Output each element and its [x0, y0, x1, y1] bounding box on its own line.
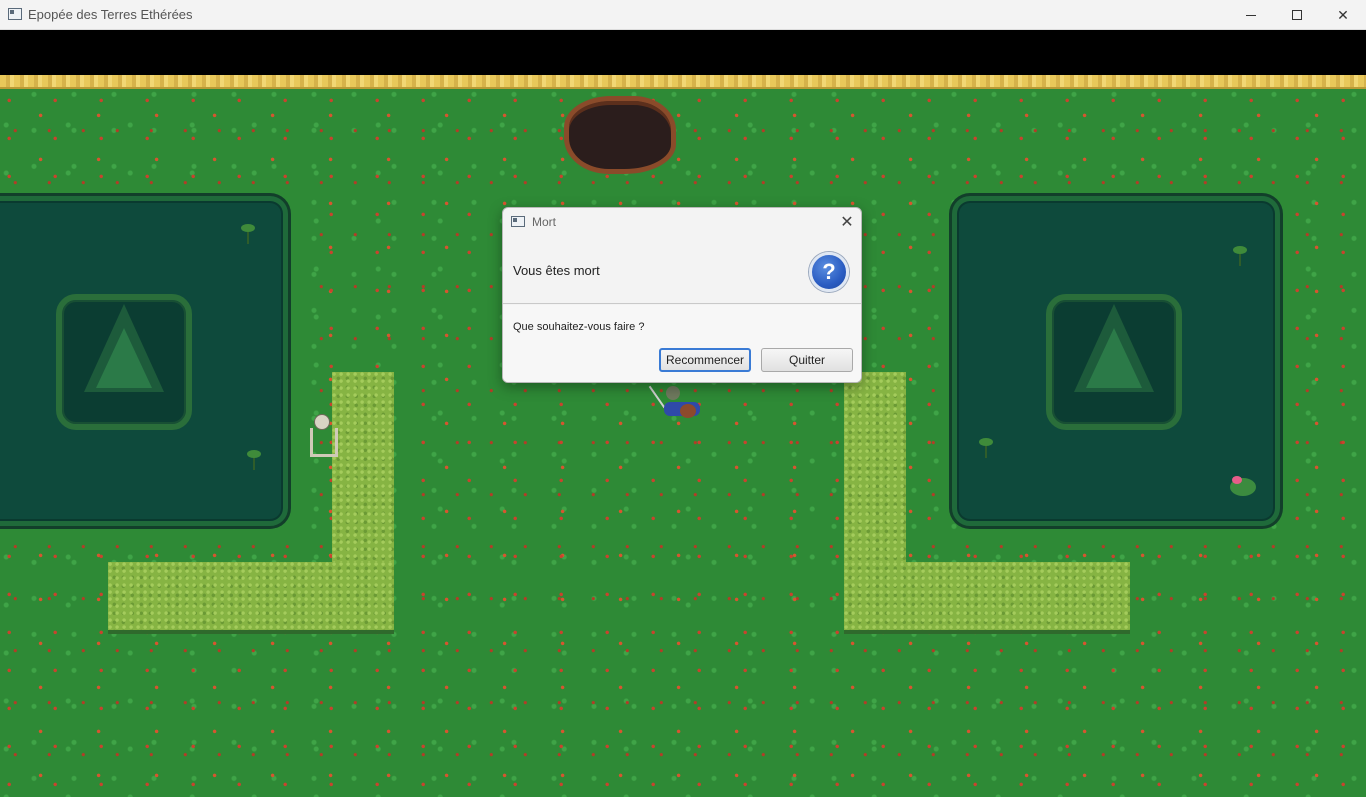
close-window-button[interactable]: ✕ — [1320, 0, 1366, 30]
window-titlebar: Epopée des Terres Ethérées ✕ — [0, 0, 1366, 30]
quit-button[interactable]: Quitter — [761, 348, 853, 372]
dialog-content-text: Que souhaitez-vous faire ? — [513, 321, 645, 333]
maximize-icon — [1292, 10, 1302, 20]
dialog-content: Que souhaitez-vous faire ? Recommencer Q… — [503, 305, 861, 382]
death-dialog: Mort ✕ Vous êtes mort ? Que souhaitez-vo… — [502, 207, 862, 383]
restart-button[interactable]: Recommencer — [659, 348, 751, 372]
maximize-button[interactable] — [1274, 0, 1320, 30]
dialog-title: Mort — [532, 215, 556, 229]
fallen-hero-sprite — [648, 384, 704, 426]
helmet-icon — [666, 386, 680, 400]
minimize-icon — [1246, 14, 1256, 16]
plant-sprite — [978, 436, 994, 458]
dialog-header: Vous êtes mort — [503, 236, 861, 304]
plant-sprite — [246, 448, 262, 470]
hedge-left-horizontal — [108, 562, 394, 630]
plant-sprite — [1232, 244, 1248, 266]
pine-tree-icon — [1074, 304, 1154, 392]
close-icon: ✕ — [840, 214, 854, 231]
question-icon: ? — [809, 252, 849, 292]
minimize-button[interactable] — [1228, 0, 1274, 30]
pine-tree-icon — [84, 304, 164, 392]
hedge-right-horizontal — [844, 562, 1130, 630]
hero-head — [680, 404, 696, 418]
skeleton-enemy-sprite — [302, 410, 342, 458]
dialog-window-icon — [511, 216, 525, 227]
dialog-titlebar: Mort ✕ — [503, 208, 861, 236]
app-window-icon — [8, 8, 22, 20]
dialog-header-text: Vous êtes mort — [513, 263, 600, 278]
leaf-sprite — [240, 222, 256, 244]
window-title: Epopée des Terres Ethérées — [28, 7, 193, 22]
close-icon: ✕ — [1337, 6, 1349, 23]
water-lily-sprite — [1230, 476, 1256, 496]
sand-strip — [0, 75, 1366, 89]
dialog-close-button[interactable]: ✕ — [835, 212, 859, 232]
pit-hole — [564, 96, 676, 174]
game-top-border — [0, 30, 1366, 75]
